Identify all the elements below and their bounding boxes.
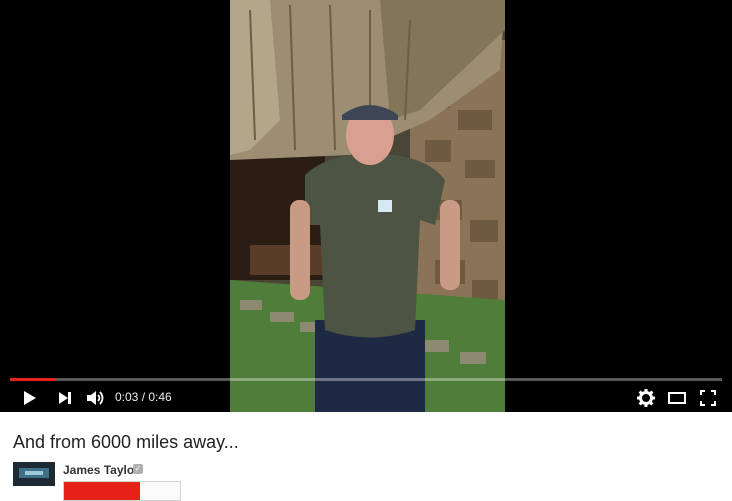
channel-name[interactable]: James Taylor: [63, 463, 139, 477]
play-button[interactable]: [18, 387, 40, 409]
gear-icon: [637, 389, 655, 407]
video-info: And from 6000 miles away... James Taylor…: [0, 412, 732, 501]
fullscreen-button[interactable]: [697, 387, 719, 409]
volume-button[interactable]: [84, 387, 106, 409]
volume-icon: [87, 391, 104, 405]
avatar-image: [13, 462, 55, 486]
time-separator: /: [138, 390, 149, 404]
fullscreen-icon: [700, 390, 716, 406]
verified-icon: ✓: [133, 464, 143, 474]
play-icon: [24, 391, 36, 405]
settings-button[interactable]: [635, 387, 657, 409]
progress-played: [10, 378, 57, 381]
time-current: 0:03: [115, 390, 139, 404]
next-button[interactable]: [54, 387, 76, 409]
video-player[interactable]: 0:03 / 0:46: [0, 0, 732, 412]
time-display: 0:03 / 0:46: [115, 390, 172, 404]
channel-avatar[interactable]: [13, 462, 55, 486]
progress-bar[interactable]: [10, 378, 722, 381]
player-controls: 0:03 / 0:46: [0, 383, 732, 412]
video-frame[interactable]: [230, 0, 505, 412]
video-still: [230, 0, 505, 412]
subscribe-button-fill: [64, 482, 140, 500]
subscribe-button[interactable]: [63, 481, 181, 501]
video-title: And from 6000 miles away...: [13, 432, 239, 452]
theater-mode-button[interactable]: [666, 387, 688, 409]
theater-icon: [668, 392, 686, 404]
time-total: 0:46: [148, 390, 172, 404]
next-icon: [59, 392, 71, 404]
